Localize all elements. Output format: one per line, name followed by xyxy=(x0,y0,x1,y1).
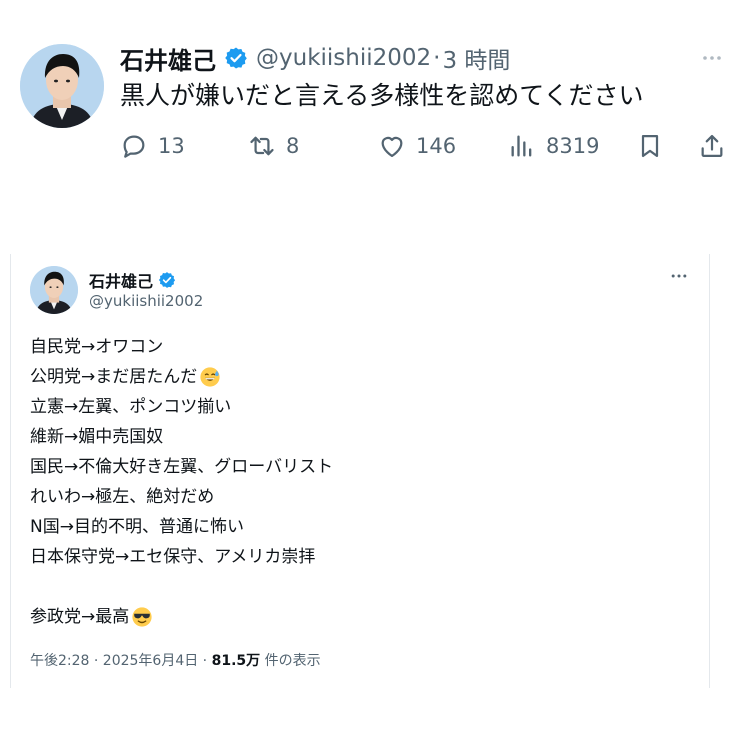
more-icon[interactable] xyxy=(667,266,691,286)
reply-icon xyxy=(123,135,145,158)
tweet-line: 公明党→まだ居たんだ xyxy=(30,362,333,392)
share-button[interactable] xyxy=(698,126,736,166)
author-name[interactable]: 石井雄己 xyxy=(120,41,216,76)
share-icon xyxy=(701,134,723,158)
tweet-body: 自民党→オワコン 公明党→まだ居たんだ 立憲→左翼、ポンコツ揃い 維新→媚中売国… xyxy=(30,332,333,632)
tweet-line: れいわ→極左、絶対だめ xyxy=(30,487,215,507)
tweet-line: 立憲→左翼、ポンコツ揃い xyxy=(30,397,232,417)
views-icon xyxy=(511,135,532,157)
views-label: 件の表示 xyxy=(260,653,321,669)
tweet-header: 石井雄己 @yukiishii2002 · 3 時間 xyxy=(120,40,510,76)
tweet-line: 維新→媚中売国奴 xyxy=(30,427,164,447)
action-bar: 13 8 146 8319 xyxy=(120,126,728,166)
views-count: 8319 xyxy=(546,134,600,158)
author-name[interactable]: 石井雄己 xyxy=(89,268,153,292)
bookmark-button[interactable] xyxy=(636,126,674,166)
verified-badge-icon xyxy=(225,47,247,69)
author-handle[interactable]: @yukiishii2002 xyxy=(89,292,203,310)
avatar[interactable] xyxy=(30,266,78,314)
sweat-smile-emoji xyxy=(200,367,220,387)
tweet-text: 黒人が嫌いだと言える多様性を認めてください xyxy=(120,81,644,110)
bookmark-icon xyxy=(641,134,659,158)
avatar-photo xyxy=(20,44,104,128)
verified-badge-icon xyxy=(158,272,176,288)
tweet-line: 自民党→オワコン xyxy=(30,337,164,357)
avatar[interactable] xyxy=(20,44,104,128)
top-tweet: 石井雄己 @yukiishii2002 · 3 時間 黒人が嫌いだと言える多様性… xyxy=(0,0,738,190)
sunglasses-emoji xyxy=(132,607,152,627)
tweet-line: 国民→不倫大好き左翼、グローバリスト xyxy=(30,457,334,477)
quoted-tweet-card[interactable]: 石井雄己 @yukiishii2002 自民党→オワコン 公明党→まだ居たんだ … xyxy=(10,254,710,688)
repost-count: 8 xyxy=(286,134,300,158)
tweet-line: N国→目的不明、普通に怖い xyxy=(30,517,244,537)
repost-button[interactable]: 8 xyxy=(248,126,299,166)
author-handle[interactable]: @yukiishii2002 xyxy=(256,45,431,71)
tweet-meta: 午後2:28 · 2025年6月4日 · 81.5万 件の表示 xyxy=(30,650,321,670)
views-button[interactable]: 8319 xyxy=(508,126,599,166)
reply-button[interactable]: 13 xyxy=(120,126,185,166)
timestamp[interactable]: 3 時間 xyxy=(442,41,510,75)
like-button[interactable]: 146 xyxy=(378,126,456,166)
more-icon[interactable] xyxy=(698,44,726,72)
author-name-row[interactable]: 石井雄己 xyxy=(89,268,176,292)
reply-count: 13 xyxy=(158,134,185,158)
tweet-datetime[interactable]: 午後2:28 · 2025年6月4日 · xyxy=(30,653,212,669)
like-count: 146 xyxy=(416,134,457,158)
repost-icon xyxy=(250,136,274,156)
separator-dot: · xyxy=(433,45,441,71)
views-count: 81.5万 xyxy=(211,653,261,669)
tweet-line: 日本保守党→エセ保守、アメリカ崇拝 xyxy=(30,547,316,567)
like-icon xyxy=(381,136,403,158)
tweet-line: 参政党→最高 xyxy=(30,602,333,632)
avatar-photo xyxy=(30,266,78,314)
